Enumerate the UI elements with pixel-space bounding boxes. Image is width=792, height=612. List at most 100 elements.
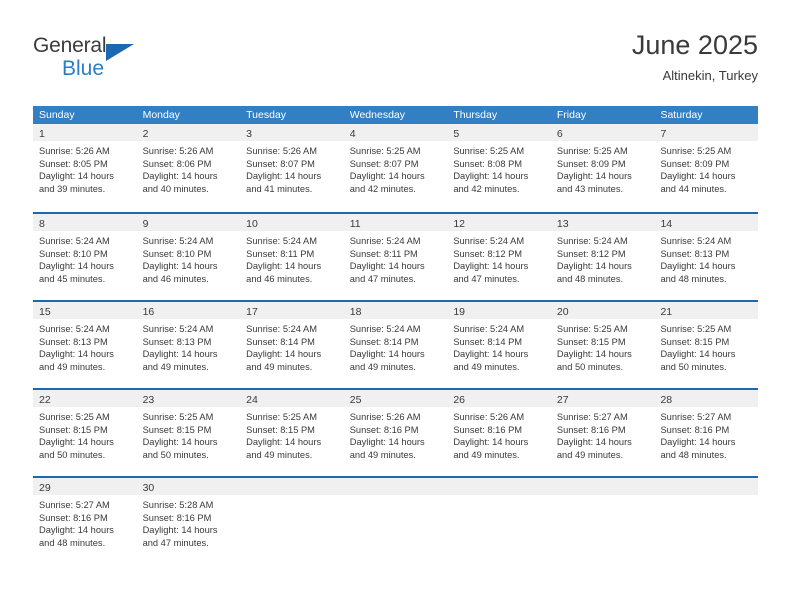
day-number-strip: 2	[136, 124, 241, 141]
day-number: 23	[142, 394, 155, 406]
weekday-header-saturday: Saturday	[660, 109, 703, 121]
day-cell[interactable]: 8 Sunrise: 5:24 AM Sunset: 8:10 PM Dayli…	[33, 214, 137, 300]
day-cell[interactable]: 22 Sunrise: 5:25 AM Sunset: 8:15 PM Dayl…	[33, 390, 137, 476]
day-number-strip: 25	[343, 390, 448, 407]
sunset-text: Sunset: 8:13 PM	[660, 248, 730, 259]
daylight-text: Daylight: 14 hours and 49 minutes.	[142, 349, 218, 372]
day-cell[interactable]: 20 Sunrise: 5:25 AM Sunset: 8:15 PM Dayl…	[550, 302, 655, 388]
day-cell[interactable]: 12 Sunrise: 5:24 AM Sunset: 8:12 PM Dayl…	[447, 214, 551, 300]
sunrise-text: Sunrise: 5:26 AM	[39, 146, 110, 156]
day-number: 16	[142, 306, 155, 318]
day-cell[interactable]: 11 Sunrise: 5:24 AM Sunset: 8:11 PM Dayl…	[343, 214, 448, 300]
day-cell-empty	[240, 478, 344, 564]
day-details: Sunrise: 5:25 AM Sunset: 8:09 PM Dayligh…	[551, 141, 655, 195]
day-cell[interactable]: 26 Sunrise: 5:26 AM Sunset: 8:16 PM Dayl…	[447, 390, 551, 476]
day-cell[interactable]: 27 Sunrise: 5:27 AM Sunset: 8:16 PM Dayl…	[550, 390, 655, 476]
sunset-text: Sunset: 8:11 PM	[349, 248, 418, 259]
day-details: Sunrise: 5:26 AM Sunset: 8:05 PM Dayligh…	[33, 141, 137, 195]
day-number-strip	[343, 478, 448, 495]
daylight-text: Daylight: 14 hours and 50 minutes.	[556, 349, 632, 372]
day-details: Sunrise: 5:28 AM Sunset: 8:16 PM Dayligh…	[137, 495, 241, 549]
day-number	[240, 482, 246, 494]
day-number: 8	[39, 218, 45, 230]
day-cell[interactable]: 14 Sunrise: 5:24 AM Sunset: 8:13 PM Dayl…	[654, 214, 759, 300]
day-cell[interactable]: 9 Sunrise: 5:24 AM Sunset: 8:10 PM Dayli…	[136, 214, 241, 300]
sunrise-text: Sunrise: 5:24 AM	[453, 324, 525, 334]
day-cell[interactable]: 21 Sunrise: 5:25 AM Sunset: 8:15 PM Dayl…	[654, 302, 759, 388]
day-details: Sunrise: 5:25 AM Sunset: 8:08 PM Dayligh…	[447, 141, 551, 195]
day-number-strip: 5	[447, 124, 551, 141]
day-details: Sunrise: 5:24 AM Sunset: 8:14 PM Dayligh…	[240, 319, 344, 373]
sunrise-text: Sunrise: 5:26 AM	[349, 412, 421, 422]
day-number: 25	[349, 394, 362, 406]
daylight-text: Daylight: 14 hours and 49 minutes.	[39, 349, 114, 372]
sunrise-text: Sunrise: 5:24 AM	[142, 324, 214, 334]
day-cell[interactable]: 16 Sunrise: 5:24 AM Sunset: 8:13 PM Dayl…	[136, 302, 241, 388]
sunset-text: Sunset: 8:15 PM	[246, 424, 315, 435]
day-details: Sunrise: 5:27 AM Sunset: 8:16 PM Dayligh…	[551, 407, 655, 461]
day-cell[interactable]: 18 Sunrise: 5:24 AM Sunset: 8:14 PM Dayl…	[343, 302, 448, 388]
day-number-strip: 11	[343, 214, 448, 231]
sunset-text: Sunset: 8:08 PM	[453, 158, 523, 169]
day-cell[interactable]: 7 Sunrise: 5:25 AM Sunset: 8:09 PM Dayli…	[654, 124, 759, 212]
day-number: 30	[142, 482, 155, 494]
day-details: Sunrise: 5:25 AM Sunset: 8:15 PM Dayligh…	[33, 407, 137, 461]
logo-text-blue: Blue	[62, 57, 105, 80]
day-number-strip: 26	[447, 390, 551, 407]
daylight-text: Daylight: 14 hours and 49 minutes.	[349, 437, 425, 460]
daylight-text: Daylight: 14 hours and 39 minutes.	[39, 171, 114, 194]
daylight-text: Daylight: 14 hours and 48 minutes.	[39, 525, 114, 548]
day-cell[interactable]: 17 Sunrise: 5:24 AM Sunset: 8:14 PM Dayl…	[240, 302, 344, 388]
day-number-strip: 14	[654, 214, 759, 231]
day-number	[344, 482, 350, 494]
day-cell[interactable]: 2 Sunrise: 5:26 AM Sunset: 8:06 PM Dayli…	[136, 124, 241, 212]
day-cell[interactable]: 13 Sunrise: 5:24 AM Sunset: 8:12 PM Dayl…	[550, 214, 655, 300]
day-number-strip: 22	[33, 390, 137, 407]
day-cell-empty	[550, 478, 655, 564]
sunset-text: Sunset: 8:06 PM	[142, 158, 212, 169]
sunrise-text: Sunrise: 5:24 AM	[39, 324, 110, 334]
day-cell[interactable]: 24 Sunrise: 5:25 AM Sunset: 8:15 PM Dayl…	[240, 390, 344, 476]
day-number	[654, 482, 660, 494]
daylight-text: Daylight: 14 hours and 46 minutes.	[142, 261, 218, 284]
day-cell[interactable]: 5 Sunrise: 5:25 AM Sunset: 8:08 PM Dayli…	[447, 124, 551, 212]
day-cell[interactable]: 10 Sunrise: 5:24 AM Sunset: 8:11 PM Dayl…	[240, 214, 344, 300]
sunrise-text: Sunrise: 5:25 AM	[453, 146, 525, 156]
daylight-text: Daylight: 14 hours and 50 minutes.	[660, 349, 736, 372]
day-cell[interactable]: 1 Sunrise: 5:26 AM Sunset: 8:05 PM Dayli…	[33, 124, 137, 212]
day-number-strip: 16	[136, 302, 241, 319]
day-number: 5	[453, 128, 460, 140]
day-number: 22	[39, 394, 51, 406]
sunrise-text: Sunrise: 5:25 AM	[39, 412, 110, 422]
day-cell[interactable]: 6 Sunrise: 5:25 AM Sunset: 8:09 PM Dayli…	[550, 124, 655, 212]
sunset-text: Sunset: 8:14 PM	[453, 336, 523, 347]
day-number: 28	[660, 394, 673, 406]
general-blue-logo: General Blue	[33, 34, 153, 86]
daylight-text: Daylight: 14 hours and 48 minutes.	[660, 437, 736, 460]
day-details: Sunrise: 5:24 AM Sunset: 8:14 PM Dayligh…	[344, 319, 448, 373]
day-details: Sunrise: 5:24 AM Sunset: 8:10 PM Dayligh…	[137, 231, 241, 285]
day-cell[interactable]: 4 Sunrise: 5:25 AM Sunset: 8:07 PM Dayli…	[343, 124, 448, 212]
day-number: 18	[349, 306, 362, 318]
day-number-strip: 23	[136, 390, 241, 407]
day-number: 2	[142, 128, 149, 140]
sunset-text: Sunset: 8:16 PM	[453, 424, 523, 435]
sunrise-text: Sunrise: 5:27 AM	[660, 412, 732, 422]
sunrise-text: Sunrise: 5:24 AM	[246, 324, 317, 334]
day-number-strip: 18	[343, 302, 448, 319]
sunset-text: Sunset: 8:16 PM	[142, 512, 212, 523]
day-number-strip: 19	[447, 302, 551, 319]
day-cell[interactable]: 28 Sunrise: 5:27 AM Sunset: 8:16 PM Dayl…	[654, 390, 759, 476]
day-number: 24	[246, 394, 258, 406]
day-cell[interactable]: 3 Sunrise: 5:26 AM Sunset: 8:07 PM Dayli…	[240, 124, 344, 212]
day-cell[interactable]: 23 Sunrise: 5:25 AM Sunset: 8:15 PM Dayl…	[136, 390, 241, 476]
day-cell[interactable]: 15 Sunrise: 5:24 AM Sunset: 8:13 PM Dayl…	[33, 302, 137, 388]
day-cell[interactable]: 30 Sunrise: 5:28 AM Sunset: 8:16 PM Dayl…	[136, 478, 241, 564]
day-cell[interactable]: 25 Sunrise: 5:26 AM Sunset: 8:16 PM Dayl…	[343, 390, 448, 476]
day-cell[interactable]: 19 Sunrise: 5:24 AM Sunset: 8:14 PM Dayl…	[447, 302, 551, 388]
day-cell[interactable]: 29 Sunrise: 5:27 AM Sunset: 8:16 PM Dayl…	[33, 478, 137, 564]
day-number-strip: 20	[550, 302, 655, 319]
sunrise-text: Sunrise: 5:24 AM	[246, 236, 317, 246]
daylight-text: Daylight: 14 hours and 48 minutes.	[556, 261, 632, 284]
day-number: 13	[556, 218, 569, 230]
